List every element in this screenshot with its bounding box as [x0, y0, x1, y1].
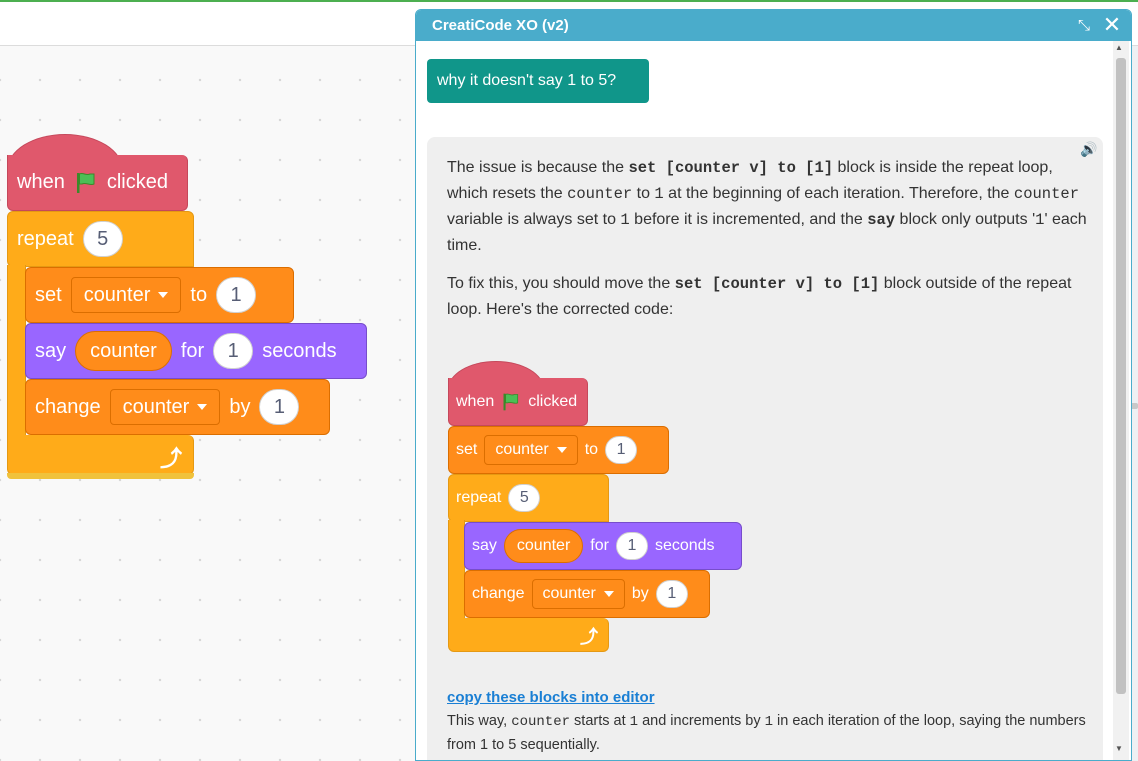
variable-dropdown[interactable]: counter: [109, 389, 221, 425]
text: variable is always set to: [447, 211, 621, 228]
loop-arrow-icon: ⤴: [580, 627, 598, 647]
text: The issue is because the: [447, 159, 629, 176]
set-to-label: to: [190, 283, 208, 306]
say-for-seconds-block[interactable]: say counter for 1 seconds: [464, 522, 742, 570]
say-for-label: for: [180, 339, 205, 362]
ai-assistant-dialog: CreatiCode XO (v2) ⤡ ✕ why it doesn't sa…: [415, 9, 1132, 761]
dialog-header[interactable]: CreatiCode XO (v2) ⤡ ✕: [416, 10, 1131, 41]
text: starts at: [570, 713, 630, 729]
set-value-input[interactable]: 1: [605, 436, 638, 464]
set-to-label: to: [584, 441, 599, 458]
variable-dropdown[interactable]: counter: [484, 435, 578, 465]
variable-dropdown-value: counter: [83, 283, 151, 306]
dropdown-caret-icon: [158, 292, 169, 298]
say-seconds-label: seconds: [654, 537, 715, 554]
set-variable-block[interactable]: set counter to 1: [25, 267, 294, 323]
inline-code: 1: [654, 185, 664, 203]
repeat-count-input[interactable]: 5: [508, 484, 541, 512]
repeat-label: repeat: [17, 227, 74, 250]
dialog-title: CreatiCode XO (v2): [432, 17, 569, 34]
when-flag-clicked-block[interactable]: when clicked: [7, 155, 188, 211]
change-variable-block[interactable]: change counter by 1: [25, 379, 330, 435]
dropdown-caret-icon: [556, 447, 567, 453]
hat-clicked-label: clicked: [106, 171, 168, 193]
text: and increments by: [638, 713, 765, 729]
say-seconds-label: seconds: [262, 339, 337, 362]
copy-blocks-link[interactable]: copy these blocks into editor: [447, 689, 655, 706]
say-label: say: [35, 339, 67, 362]
assistant-message-bubble: 🔊 The issue is because the set [counter …: [427, 137, 1103, 760]
repeat-count-input[interactable]: 5: [82, 221, 123, 257]
green-flag-icon: [76, 172, 95, 193]
assistant-closing-text: This way, counter starts at 1 and increm…: [447, 710, 1087, 757]
close-icon[interactable]: ✕: [1100, 13, 1124, 37]
change-label: change: [35, 395, 101, 418]
dropdown-caret-icon: [197, 404, 208, 410]
inline-code: set [counter v] to [1]: [674, 275, 880, 293]
text: to: [632, 185, 655, 202]
repeat-block[interactable]: repeat 5: [448, 474, 609, 522]
text: block only outputs ': [895, 211, 1036, 228]
repeat-label: repeat: [456, 489, 502, 506]
variable-dropdown-value: counter: [122, 395, 190, 418]
text: at the beginning of each iteration. Ther…: [663, 185, 1014, 202]
scroll-up-arrow-icon[interactable]: ▲: [1115, 43, 1123, 52]
hat-when-label: when: [17, 171, 65, 193]
variable-dropdown-value: counter: [542, 585, 596, 602]
say-for-label: for: [590, 537, 609, 554]
user-message-bubble: why it doesn't say 1 to 5?: [427, 59, 649, 103]
repeat-block-arm: [448, 520, 465, 620]
change-value-input[interactable]: 1: [259, 389, 300, 425]
say-seconds-input[interactable]: 1: [615, 532, 648, 560]
when-flag-clicked-block[interactable]: when clicked: [448, 378, 588, 426]
inline-code: say: [867, 211, 896, 229]
set-variable-block[interactable]: set counter to 1: [448, 426, 669, 474]
set-label: set: [35, 283, 62, 306]
variable-dropdown-value: counter: [495, 441, 549, 458]
repeat-block[interactable]: repeat 5: [7, 211, 194, 267]
scroll-down-arrow-icon[interactable]: ▼: [1115, 744, 1123, 753]
dropdown-caret-icon: [603, 591, 614, 597]
inline-code: counter: [1013, 185, 1080, 203]
change-label: change: [472, 585, 525, 602]
assistant-paragraph-1: The issue is because the set [counter v]…: [447, 155, 1087, 258]
say-for-seconds-block[interactable]: say counter for 1 seconds: [25, 323, 367, 379]
repeat-block-shadow: [7, 473, 194, 479]
inline-code: 1: [764, 714, 774, 730]
change-by-label: by: [631, 585, 649, 602]
counter-reporter[interactable]: counter: [503, 529, 584, 563]
change-variable-block[interactable]: change counter by 1: [464, 570, 710, 618]
text: To fix this, you should move the: [447, 275, 675, 292]
repeat-block-arm: [7, 265, 26, 437]
inline-code: 1: [629, 714, 639, 730]
minimize-arrows-icon[interactable]: ⤡: [1073, 15, 1095, 37]
variable-dropdown[interactable]: counter: [70, 277, 182, 313]
inline-code: 1: [620, 211, 630, 229]
text: This way,: [447, 713, 512, 729]
green-flag-icon: [503, 393, 519, 410]
hat-clicked-label: clicked: [528, 392, 578, 410]
change-by-label: by: [229, 395, 251, 418]
dialog-scrollbar-thumb[interactable]: [1116, 58, 1126, 694]
text: before it is incremented, and the: [629, 211, 868, 228]
loop-arrow-icon: ⤴: [160, 446, 183, 471]
set-label: set: [456, 441, 478, 458]
assistant-paragraph-2: To fix this, you should move the set [co…: [447, 271, 1087, 322]
inline-code: counter: [511, 714, 571, 730]
change-value-input[interactable]: 1: [655, 580, 688, 608]
say-label: say: [472, 537, 497, 554]
variable-dropdown[interactable]: counter: [531, 579, 625, 609]
inline-code: counter: [567, 185, 633, 203]
counter-reporter[interactable]: counter: [75, 331, 172, 371]
say-seconds-input[interactable]: 1: [213, 333, 254, 369]
set-value-input[interactable]: 1: [216, 277, 257, 313]
inline-code: set [counter v] to [1]: [628, 159, 834, 177]
hat-when-label: when: [456, 392, 495, 410]
